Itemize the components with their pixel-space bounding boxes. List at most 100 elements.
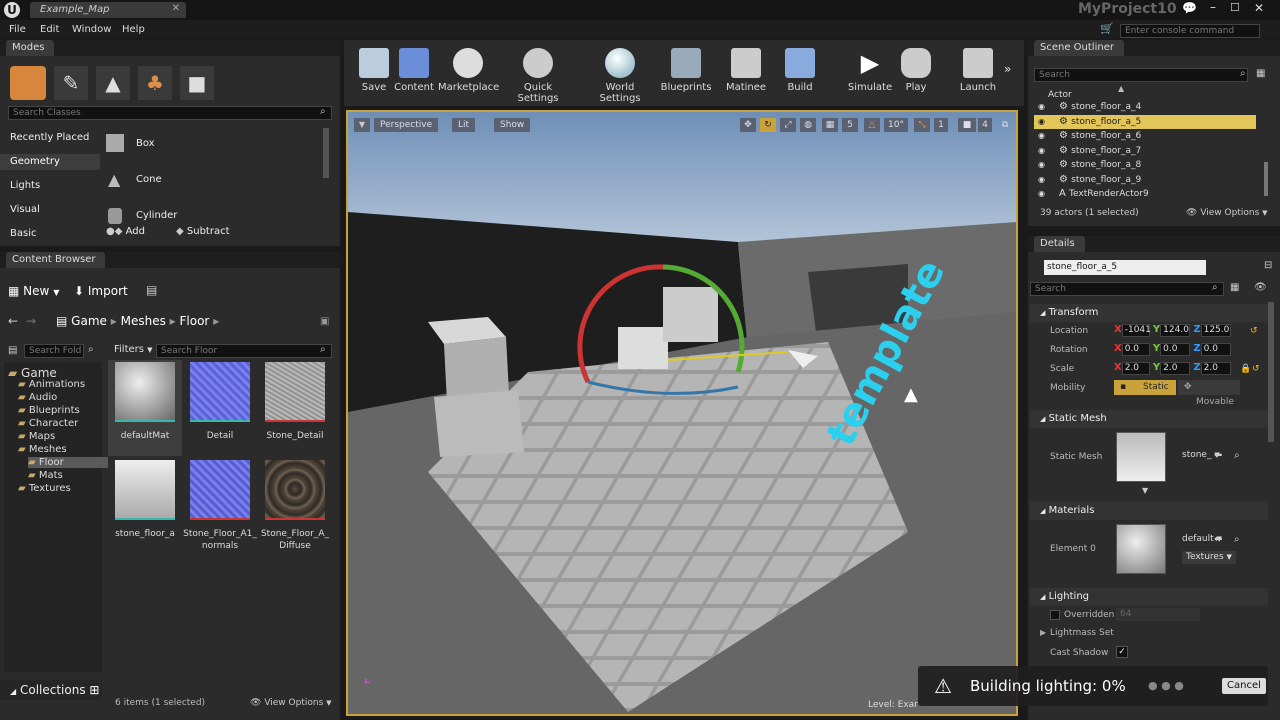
- location-z-input[interactable]: 125.0: [1200, 324, 1231, 337]
- play-button[interactable]: Play: [886, 48, 946, 93]
- grid-snap-icon[interactable]: ▦: [822, 118, 838, 132]
- static-mesh-expand-icon[interactable]: ▼: [1142, 486, 1148, 495]
- asset-tile[interactable]: stone_floor_a: [108, 458, 182, 554]
- box-item[interactable]: Box: [106, 134, 316, 154]
- map-tab[interactable]: Example_Map ✕: [30, 2, 186, 18]
- scene-outliner-tab[interactable]: Scene Outliner: [1034, 40, 1124, 56]
- folder-item[interactable]: ▰ Mats: [28, 470, 63, 481]
- outliner-row[interactable]: ◉ ⚙ stone_floor_a_5: [1034, 114, 1256, 129]
- new-button[interactable]: ▦ New ▼: [8, 282, 59, 300]
- cylinder-item[interactable]: Cylinder: [106, 206, 316, 226]
- world-space-icon[interactable]: ◍: [800, 118, 816, 132]
- outliner-scrollbar[interactable]: [1264, 162, 1268, 196]
- sources-toggle-icon[interactable]: ▤: [8, 345, 17, 356]
- location-x-input[interactable]: -1041: [1121, 324, 1151, 337]
- world-settings-button[interactable]: World Settings: [584, 48, 656, 104]
- cancel-button[interactable]: Cancel: [1222, 678, 1266, 694]
- matinee-button[interactable]: Matinee: [716, 48, 776, 93]
- location-y-input[interactable]: 124.0: [1160, 324, 1191, 337]
- rotate-tool-icon[interactable]: ↻: [760, 118, 776, 132]
- static-mesh-thumbnail[interactable]: [1116, 432, 1166, 482]
- rotation-y-input[interactable]: 0.0: [1160, 343, 1191, 356]
- content-browser-tab[interactable]: Content Browser: [6, 252, 106, 268]
- asset-tile[interactable]: Stone_Detail: [258, 360, 332, 456]
- content-button[interactable]: Content: [384, 48, 444, 93]
- maximize-viewport-icon[interactable]: ⧉: [998, 118, 1012, 132]
- static-mesh-use-icon[interactable]: ⬅: [1214, 450, 1222, 461]
- material-thumbnail[interactable]: [1116, 524, 1166, 574]
- breadcrumb-floor[interactable]: Floor: [180, 314, 210, 328]
- visibility-eye-icon[interactable]: ◉: [1038, 131, 1045, 140]
- outliner-search-input[interactable]: Search: [1034, 68, 1248, 82]
- textures-dropdown[interactable]: Textures ▼: [1182, 551, 1236, 564]
- asset-tile[interactable]: Detail: [183, 360, 257, 456]
- folder-item[interactable]: ▰ Textures: [18, 483, 71, 494]
- foliage-mode-icon[interactable]: ♣: [138, 66, 172, 100]
- visibility-eye-icon[interactable]: ◉: [1038, 160, 1045, 169]
- console-command-input[interactable]: Enter console command: [1120, 24, 1260, 38]
- folder-item[interactable]: ▰ Game: [8, 366, 57, 380]
- property-matrix-icon[interactable]: ▦: [1230, 282, 1239, 293]
- lighting-section[interactable]: ◢ Lighting: [1030, 588, 1268, 606]
- visibility-eye-icon[interactable]: ◉: [1038, 102, 1045, 111]
- marketplace-cart-icon[interactable]: 🛒: [1100, 22, 1114, 35]
- modes-tab[interactable]: Modes: [6, 40, 55, 56]
- scale-reset-icon[interactable]: ↺: [1252, 364, 1260, 374]
- outliner-row[interactable]: ◉ ⚙ stone_floor_a_8: [1034, 158, 1256, 173]
- scale-y-input[interactable]: 2.0: [1160, 362, 1191, 375]
- paint-mode-icon[interactable]: ✎: [54, 66, 88, 100]
- lightmass-expand-icon[interactable]: ▶: [1040, 628, 1046, 637]
- movable-toggle[interactable]: ✥ Movable: [1178, 380, 1240, 407]
- scale-lock-icon[interactable]: 🔒: [1240, 364, 1251, 374]
- forward-arrow-icon[interactable]: →: [26, 314, 36, 328]
- landscape-mode-icon[interactable]: ▲: [96, 66, 130, 100]
- cone-item[interactable]: ▲ Cone: [106, 170, 316, 190]
- folder-item[interactable]: ▰ Audio: [18, 392, 57, 403]
- outliner-row[interactable]: ◉ ⚙ stone_floor_a_4: [1034, 100, 1256, 115]
- outliner-view-options[interactable]: 👁 View Options ▼: [1186, 208, 1268, 218]
- visibility-eye-icon[interactable]: ◉: [1038, 175, 1045, 184]
- folder-item[interactable]: ▰ Animations: [18, 379, 85, 390]
- details-scrollbar[interactable]: [1268, 302, 1274, 442]
- add-collection-icon[interactable]: ⊞: [89, 683, 99, 697]
- close-tab-icon[interactable]: ✕: [172, 3, 180, 14]
- details-lock-icon[interactable]: ⊟: [1264, 260, 1272, 271]
- quick-settings-button[interactable]: Quick Settings: [504, 48, 572, 104]
- static-toggle[interactable]: ▪ Static: [1114, 380, 1176, 395]
- visibility-eye-icon[interactable]: ◉: [1038, 189, 1045, 198]
- menu-window[interactable]: Window: [72, 24, 111, 35]
- import-button[interactable]: ⬇ Import: [74, 282, 128, 300]
- cast-shadow-checkbox[interactable]: ✓: [1116, 646, 1128, 658]
- asset-tile[interactable]: Stone_Floor_A1_normals: [183, 458, 257, 554]
- geometry-mode-icon[interactable]: ■: [180, 66, 214, 100]
- folder-item[interactable]: ▰ Meshes: [18, 444, 67, 455]
- modes-scrollbar[interactable]: [323, 128, 329, 178]
- scale-snap-value[interactable]: 1: [934, 118, 948, 132]
- add-radio[interactable]: ●◆ Add: [106, 226, 145, 237]
- category-basic[interactable]: Basic: [10, 228, 36, 239]
- blueprints-button[interactable]: Blueprints: [656, 48, 716, 93]
- menu-help[interactable]: Help: [122, 24, 145, 35]
- outliner-view-icon[interactable]: ▦: [1256, 68, 1265, 79]
- viewport-options-button[interactable]: ▼: [354, 118, 370, 132]
- launch-button[interactable]: Launch: [948, 48, 1008, 93]
- outliner-row[interactable]: ◉ A TextRenderActor9: [1034, 187, 1256, 200]
- outliner-row[interactable]: ◉ ⚙ stone_floor_a_6: [1034, 129, 1256, 144]
- folder-item[interactable]: ▰ Character: [18, 418, 78, 429]
- outliner-row[interactable]: ◉ ⚙ stone_floor_a_7: [1034, 144, 1256, 159]
- static-mesh-browse-icon[interactable]: ⌕: [1234, 450, 1240, 461]
- place-mode-icon[interactable]: [10, 66, 46, 100]
- details-eye-icon[interactable]: 👁: [1254, 282, 1267, 293]
- category-geometry[interactable]: Geometry: [0, 154, 100, 170]
- scale-z-input[interactable]: 2.0: [1200, 362, 1231, 375]
- scale-snap-icon[interactable]: ⤡: [914, 118, 930, 132]
- folder-item[interactable]: ▰ Blueprints: [18, 405, 80, 416]
- outliner-row[interactable]: ◉ ⚙ stone_floor_a_9: [1034, 173, 1256, 188]
- rotation-z-input[interactable]: 0.0: [1200, 343, 1231, 356]
- perspective-button[interactable]: Perspective: [374, 118, 439, 132]
- details-search-input[interactable]: Search: [1030, 282, 1224, 296]
- actor-column-header[interactable]: Actor: [1048, 90, 1072, 100]
- rotation-x-input[interactable]: 0.0: [1121, 343, 1150, 356]
- cb-view-options[interactable]: 👁 View Options ▼: [250, 698, 332, 708]
- materials-section[interactable]: ◢ Materials: [1030, 502, 1268, 520]
